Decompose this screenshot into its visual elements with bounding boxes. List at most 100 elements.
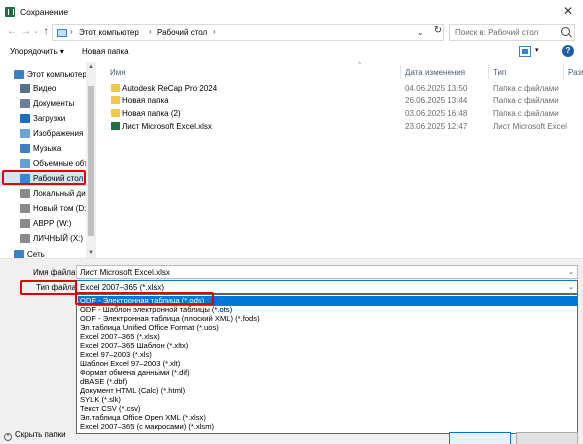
nav-item-label: ABPP (W:) xyxy=(33,219,72,228)
back-arrow-icon[interactable]: ← xyxy=(6,26,18,38)
new-folder-button[interactable]: Новая папка xyxy=(82,47,129,56)
calc-app-icon xyxy=(5,7,15,17)
documents-folder-icon xyxy=(20,99,30,108)
nav-item-label: Изображения xyxy=(33,129,84,138)
file-row[interactable]: Новая папка (2) 03.06.2025 16:48 Папка с… xyxy=(98,108,583,120)
computer-icon xyxy=(14,70,24,79)
file-row[interactable]: Новая папка 26.06.2025 13:44 Папка с фай… xyxy=(98,95,583,107)
filename-field[interactable]: Лист Microsoft Excel.xlsx ⌄ xyxy=(76,265,578,279)
nav-item-local-disk[interactable]: Локальный дис xyxy=(0,187,96,201)
nav-item-downloads[interactable]: Загрузки xyxy=(0,112,96,126)
folder-icon xyxy=(111,84,120,92)
nav-item-volume-d[interactable]: Новый том (D:) xyxy=(0,202,96,216)
refresh-icon[interactable]: ↻ xyxy=(432,25,444,39)
column-divider[interactable] xyxy=(488,65,489,79)
save-dialog: Сохранение ✕ ← → ⌄ ↑ › Этот компьютер › … xyxy=(0,0,583,444)
video-folder-icon xyxy=(20,84,30,93)
file-list: ^ Имя Дата изменения Тип Разм Autodesk R… xyxy=(98,62,583,258)
column-header-type[interactable]: Тип xyxy=(493,68,506,77)
view-dropdown-icon[interactable]: ▾ xyxy=(535,46,539,54)
nav-pane-scrollbar[interactable]: ▲ ▼ xyxy=(86,62,96,258)
file-type: Лист Microsoft Excel xyxy=(493,122,567,131)
title-bar: Сохранение ✕ xyxy=(0,0,583,24)
nav-item-documents[interactable]: Документы xyxy=(0,97,96,111)
network-drive-icon xyxy=(20,219,30,228)
dialog-title: Сохранение xyxy=(20,7,69,17)
nav-item-label: Новый том (D:) xyxy=(33,204,89,213)
annotation-box-ods-option xyxy=(75,292,214,305)
search-icon xyxy=(561,27,570,36)
scrollbar-thumb[interactable] xyxy=(88,86,94,236)
file-date: 04.06.2025 13:50 xyxy=(405,84,468,93)
nav-item-label: Локальный дис xyxy=(33,189,90,198)
search-input[interactable]: Поиск в: Рабочий стол xyxy=(449,24,575,41)
nav-item-3d-objects[interactable]: Объемные объ xyxy=(0,157,96,171)
organize-button[interactable]: Упорядочить ▾ xyxy=(10,47,64,56)
column-header-name[interactable]: Имя xyxy=(110,68,126,77)
hide-folders-button[interactable]: ^ Скрыть папки xyxy=(4,430,66,441)
breadcrumb-separator: › xyxy=(70,27,73,36)
nav-item-label: Видео xyxy=(33,84,57,93)
breadcrumb-desktop[interactable]: Рабочий стол xyxy=(157,28,207,37)
search-placeholder: Поиск в: Рабочий стол xyxy=(455,28,539,37)
nav-item-video[interactable]: Видео xyxy=(0,82,96,96)
chevron-down-icon[interactable]: ⌄ xyxy=(568,283,574,291)
breadcrumb-separator: › xyxy=(213,27,216,36)
nav-item-abpp-w[interactable]: ABPP (W:) xyxy=(0,217,96,231)
file-row[interactable]: Autodesk ReCap Pro 2024 04.06.2025 13:50… xyxy=(98,83,583,95)
network-icon xyxy=(14,250,24,258)
file-name: Лист Microsoft Excel.xlsx xyxy=(122,122,212,131)
nav-item-this-pc[interactable]: Этот компьютер xyxy=(0,68,96,82)
music-folder-icon xyxy=(20,144,30,153)
hide-folders-label: Скрыть папки xyxy=(15,430,66,439)
nav-item-pictures[interactable]: Изображения xyxy=(0,127,96,141)
filename-value: Лист Microsoft Excel.xlsx xyxy=(80,268,170,277)
up-arrow-icon[interactable]: ↑ xyxy=(40,26,52,38)
filetype-dropdown-list: ODF - Электронная таблица (*.ods) ODF - … xyxy=(76,294,578,434)
column-header-date[interactable]: Дата изменения xyxy=(405,68,465,77)
file-name: Новая папка xyxy=(122,96,169,105)
save-button[interactable] xyxy=(449,432,511,444)
cancel-button[interactable] xyxy=(516,432,578,444)
file-date: 03.06.2025 16:48 xyxy=(405,109,468,118)
3d-objects-icon xyxy=(20,159,30,168)
scroll-up-icon[interactable]: ▲ xyxy=(86,64,96,70)
column-divider[interactable] xyxy=(400,65,401,79)
pictures-folder-icon xyxy=(20,129,30,138)
file-row[interactable]: Лист Microsoft Excel.xlsx 23.06.2025 12:… xyxy=(98,121,583,133)
chevron-down-icon[interactable]: ⌄ xyxy=(568,268,574,276)
file-date: 26.06.2025 13:44 xyxy=(405,96,468,105)
nav-item-label: Объемные объ xyxy=(33,159,90,168)
nav-item-label: ЛИЧНЫЙ (X:) xyxy=(33,234,84,243)
sort-ascending-icon: ^ xyxy=(358,62,361,68)
close-icon[interactable]: ✕ xyxy=(553,0,583,22)
chevron-up-icon: ^ xyxy=(4,433,12,441)
nav-item-label: Сеть xyxy=(27,250,45,258)
command-bar: Упорядочить ▾ Новая папка ▾ ? xyxy=(0,42,583,62)
scroll-down-icon[interactable]: ▼ xyxy=(86,250,96,256)
nav-item-music[interactable]: Музыка xyxy=(0,142,96,156)
address-field[interactable]: › Этот компьютер › Рабочий стол › ⌄ xyxy=(52,24,444,41)
file-name: Autodesk ReCap Pro 2024 xyxy=(122,84,218,93)
file-date: 23.06.2025 12:47 xyxy=(405,122,468,131)
address-bar-row: ← → ⌄ ↑ › Этот компьютер › Рабочий стол … xyxy=(0,24,583,42)
breadcrumb-this-pc[interactable]: Этот компьютер xyxy=(79,28,139,37)
filetype-option[interactable]: Excel 2007–365 (с макросами) (*.xlsm) xyxy=(78,422,578,432)
address-dropdown-icon[interactable]: ⌄ xyxy=(417,28,424,37)
column-divider[interactable] xyxy=(563,65,564,79)
filetype-value: Excel 2007–365 (*.xlsx) xyxy=(80,283,165,292)
annotation-box-desktop xyxy=(2,170,86,185)
view-options-icon[interactable] xyxy=(519,46,531,57)
column-header-size[interactable]: Разм xyxy=(568,68,583,77)
help-icon[interactable]: ? xyxy=(562,45,574,57)
navigation-pane: Этот компьютер Видео Документы Загрузки … xyxy=(0,62,96,258)
nav-item-label: Этот компьютер xyxy=(27,70,87,79)
nav-item-personal-x[interactable]: ЛИЧНЫЙ (X:) xyxy=(0,232,96,246)
file-type: Папка с файлами xyxy=(493,96,559,105)
network-drive-icon xyxy=(20,234,30,243)
nav-item-network[interactable]: Сеть xyxy=(0,248,96,258)
file-name: Новая папка (2) xyxy=(122,109,181,118)
computer-icon xyxy=(57,29,67,37)
drive-icon xyxy=(20,204,30,213)
file-type: Папка с файлами xyxy=(493,109,559,118)
